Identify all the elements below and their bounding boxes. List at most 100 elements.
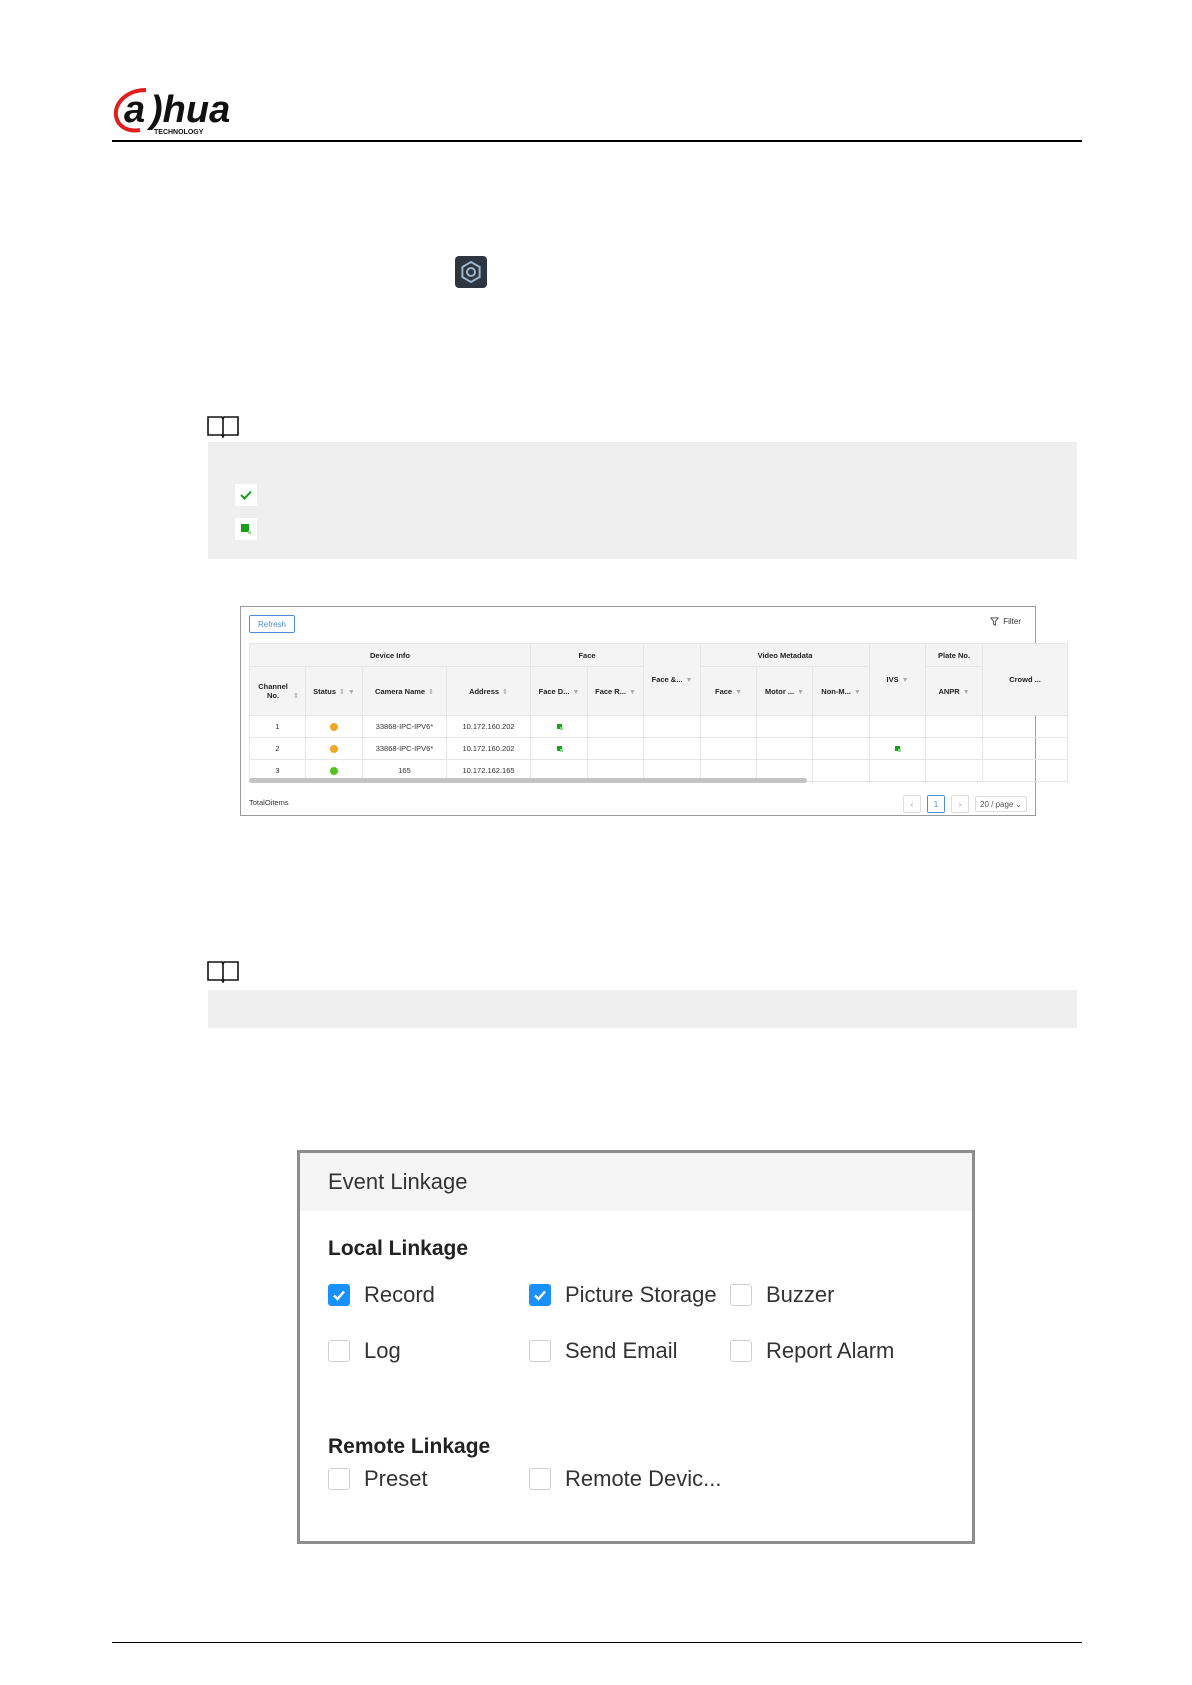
book-icon <box>207 416 239 438</box>
checkbox-checked-icon[interactable] <box>328 1284 350 1306</box>
checkbox-preset[interactable]: Preset <box>328 1466 428 1492</box>
status-dot-icon <box>330 723 338 731</box>
cell-capability <box>812 715 871 738</box>
checkbox-unchecked-icon[interactable] <box>328 1340 350 1362</box>
cell-capability <box>982 737 1069 760</box>
cell-camera-name: 33868-IPC-IPV6* <box>362 715 447 738</box>
col-ivs[interactable]: IVS ▼ <box>869 643 927 716</box>
checkbox-label: Record <box>364 1282 435 1307</box>
cell-capability <box>700 715 758 738</box>
page-size-select[interactable]: 20 / page ⌄ <box>975 796 1027 812</box>
cell-capability <box>587 715 645 738</box>
total-items: TotalOitems <box>249 798 289 807</box>
cell-capability <box>982 715 1069 738</box>
next-page-button[interactable]: › <box>951 795 969 813</box>
checkbox-unchecked-icon[interactable] <box>328 1468 350 1490</box>
col-non-motor[interactable]: Non-M... ▼ <box>812 666 871 716</box>
book-icon <box>207 961 239 983</box>
device-table: Device Info Face Face &... ▼ Video Metada… <box>248 643 1069 782</box>
prev-page-button[interactable]: ‹ <box>903 795 921 813</box>
col-anpr[interactable]: ANPR ▼ <box>925 666 984 716</box>
col-face-recognition[interactable]: Face R... ▼ <box>587 666 645 716</box>
group-header-plate-no: Plate No. <box>925 643 984 667</box>
checkbox-send-email[interactable]: Send Email <box>529 1338 678 1364</box>
green-check-icon <box>235 484 257 506</box>
checkbox-log[interactable]: Log <box>328 1338 401 1364</box>
svg-text:a: a <box>124 89 145 131</box>
horizontal-scrollbar[interactable] <box>249 778 807 783</box>
checkbox-record[interactable]: Record <box>328 1282 435 1308</box>
status-dot-icon <box>330 745 338 753</box>
checkbox-label: Buzzer <box>766 1282 835 1307</box>
checkbox-unchecked-icon[interactable] <box>529 1340 551 1362</box>
col-face-and[interactable]: Face &... ▼ <box>643 643 702 716</box>
enabled-square-icon <box>556 724 563 730</box>
svg-text:)hua: )hua <box>146 89 230 131</box>
checkbox-picture-storage[interactable]: Picture Storage <box>529 1282 717 1308</box>
checkbox-unchecked-icon[interactable] <box>529 1468 551 1490</box>
cell-capability <box>982 759 1069 782</box>
svg-text:TECHNOLOGY: TECHNOLOGY <box>154 129 204 136</box>
cell-camera-name: 33868-IPC-IPV6* <box>362 737 447 760</box>
cell-capability <box>756 715 814 738</box>
cell-capability <box>700 737 758 760</box>
checkbox-label: Send Email <box>565 1338 678 1363</box>
cell-status <box>305 715 363 738</box>
cell-capability <box>869 759 927 782</box>
refresh-button[interactable]: Refresh <box>249 615 295 633</box>
event-linkage-title: Event Linkage <box>328 1169 468 1194</box>
group-header-face: Face <box>530 643 645 667</box>
col-address[interactable]: Address ⇕ <box>445 666 532 716</box>
table-row[interactable]: 2 33868-IPC-IPV6* 10.172.160.202 <box>249 737 1069 760</box>
filter-button[interactable]: Filter <box>990 617 1021 626</box>
cell-capability <box>925 737 984 760</box>
col-camera-name[interactable]: Camera Name ⇕ <box>362 666 447 716</box>
enabled-square-icon <box>556 746 563 752</box>
cell-capability <box>643 737 702 760</box>
chevron-down-icon: ⌄ <box>1015 799 1022 809</box>
table-row[interactable]: 1 33868-IPC-IPV6* 10.172.160.202 <box>249 715 1069 738</box>
enabled-square-icon <box>895 746 902 752</box>
checkbox-report-alarm[interactable]: Report Alarm <box>730 1338 894 1364</box>
cell-channel: 2 <box>249 737 306 760</box>
cell-capability <box>869 737 927 760</box>
col-face-metadata[interactable]: Face ▼ <box>700 666 758 716</box>
status-dot-icon <box>330 767 338 775</box>
cell-capability <box>869 715 927 738</box>
cell-address: 10.172.160.202 <box>445 737 532 760</box>
green-square-icon <box>235 518 257 540</box>
cell-address: 10.172.160.202 <box>445 715 532 738</box>
filter-icon <box>990 617 1000 626</box>
checkbox-unchecked-icon[interactable] <box>730 1340 752 1362</box>
page-current[interactable]: 1 <box>927 795 945 813</box>
local-linkage-title: Local Linkage <box>328 1237 469 1260</box>
dahua-logo: a )hua TECHNOLOGY <box>113 88 230 136</box>
cell-capability <box>925 715 984 738</box>
checkbox-remote-devic[interactable]: Remote Devic... <box>529 1466 722 1492</box>
filter-label: Filter <box>1003 617 1021 626</box>
cell-channel: 1 <box>249 715 306 738</box>
col-crowd[interactable]: Crowd ... <box>982 643 1069 716</box>
group-header-video-metadata: Video Metadata <box>700 643 871 667</box>
cell-capability <box>925 759 984 782</box>
checkbox-label: Preset <box>364 1466 428 1491</box>
cell-capability <box>530 715 589 738</box>
col-face-detection[interactable]: Face D... ▼ <box>530 666 589 716</box>
cell-capability <box>587 737 645 760</box>
cell-capability <box>756 737 814 760</box>
col-status[interactable]: Status ⇕ ▼ <box>305 666 363 716</box>
note-box <box>208 990 1077 1028</box>
checkbox-checked-icon[interactable] <box>529 1284 551 1306</box>
cell-capability <box>643 715 702 738</box>
checkbox-unchecked-icon[interactable] <box>730 1284 752 1306</box>
checkbox-label: Report Alarm <box>766 1338 895 1363</box>
group-header-device-info: Device Info <box>248 643 532 667</box>
checkbox-label: Remote Devic... <box>565 1466 722 1491</box>
checkbox-label: Log <box>364 1338 401 1363</box>
checkbox-buzzer[interactable]: Buzzer <box>730 1282 834 1308</box>
settings-gear-icon <box>455 256 487 288</box>
col-motor[interactable]: Motor ... ▼ <box>756 666 814 716</box>
col-channel-no[interactable]: Channel No. ⇕ <box>249 666 306 716</box>
pagination: ‹ 1 › 20 / page ⌄ <box>903 795 1027 813</box>
cell-status <box>305 737 363 760</box>
